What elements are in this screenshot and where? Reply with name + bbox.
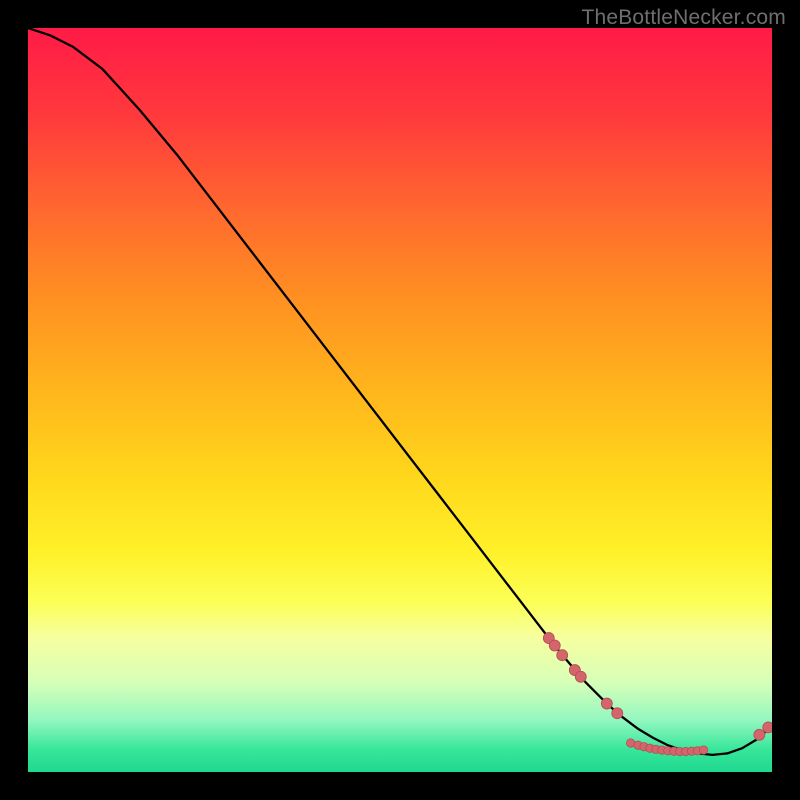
data-marker: [754, 729, 765, 740]
data-marker: [699, 746, 707, 754]
data-marker: [601, 698, 612, 709]
data-marker: [612, 708, 623, 719]
data-marker: [557, 650, 568, 661]
data-marker: [575, 671, 586, 682]
chart-stage: TheBottleNecker.com: [0, 0, 800, 800]
marker-cluster-b: [626, 739, 707, 756]
bottleneck-curve: [28, 28, 772, 755]
data-marker: [549, 640, 560, 651]
chart-overlay: [28, 28, 772, 772]
marker-cluster-a: [543, 633, 622, 719]
data-marker: [763, 722, 772, 733]
watermark-label: TheBottleNecker.com: [581, 6, 786, 30]
marker-cluster-c: [754, 722, 772, 740]
